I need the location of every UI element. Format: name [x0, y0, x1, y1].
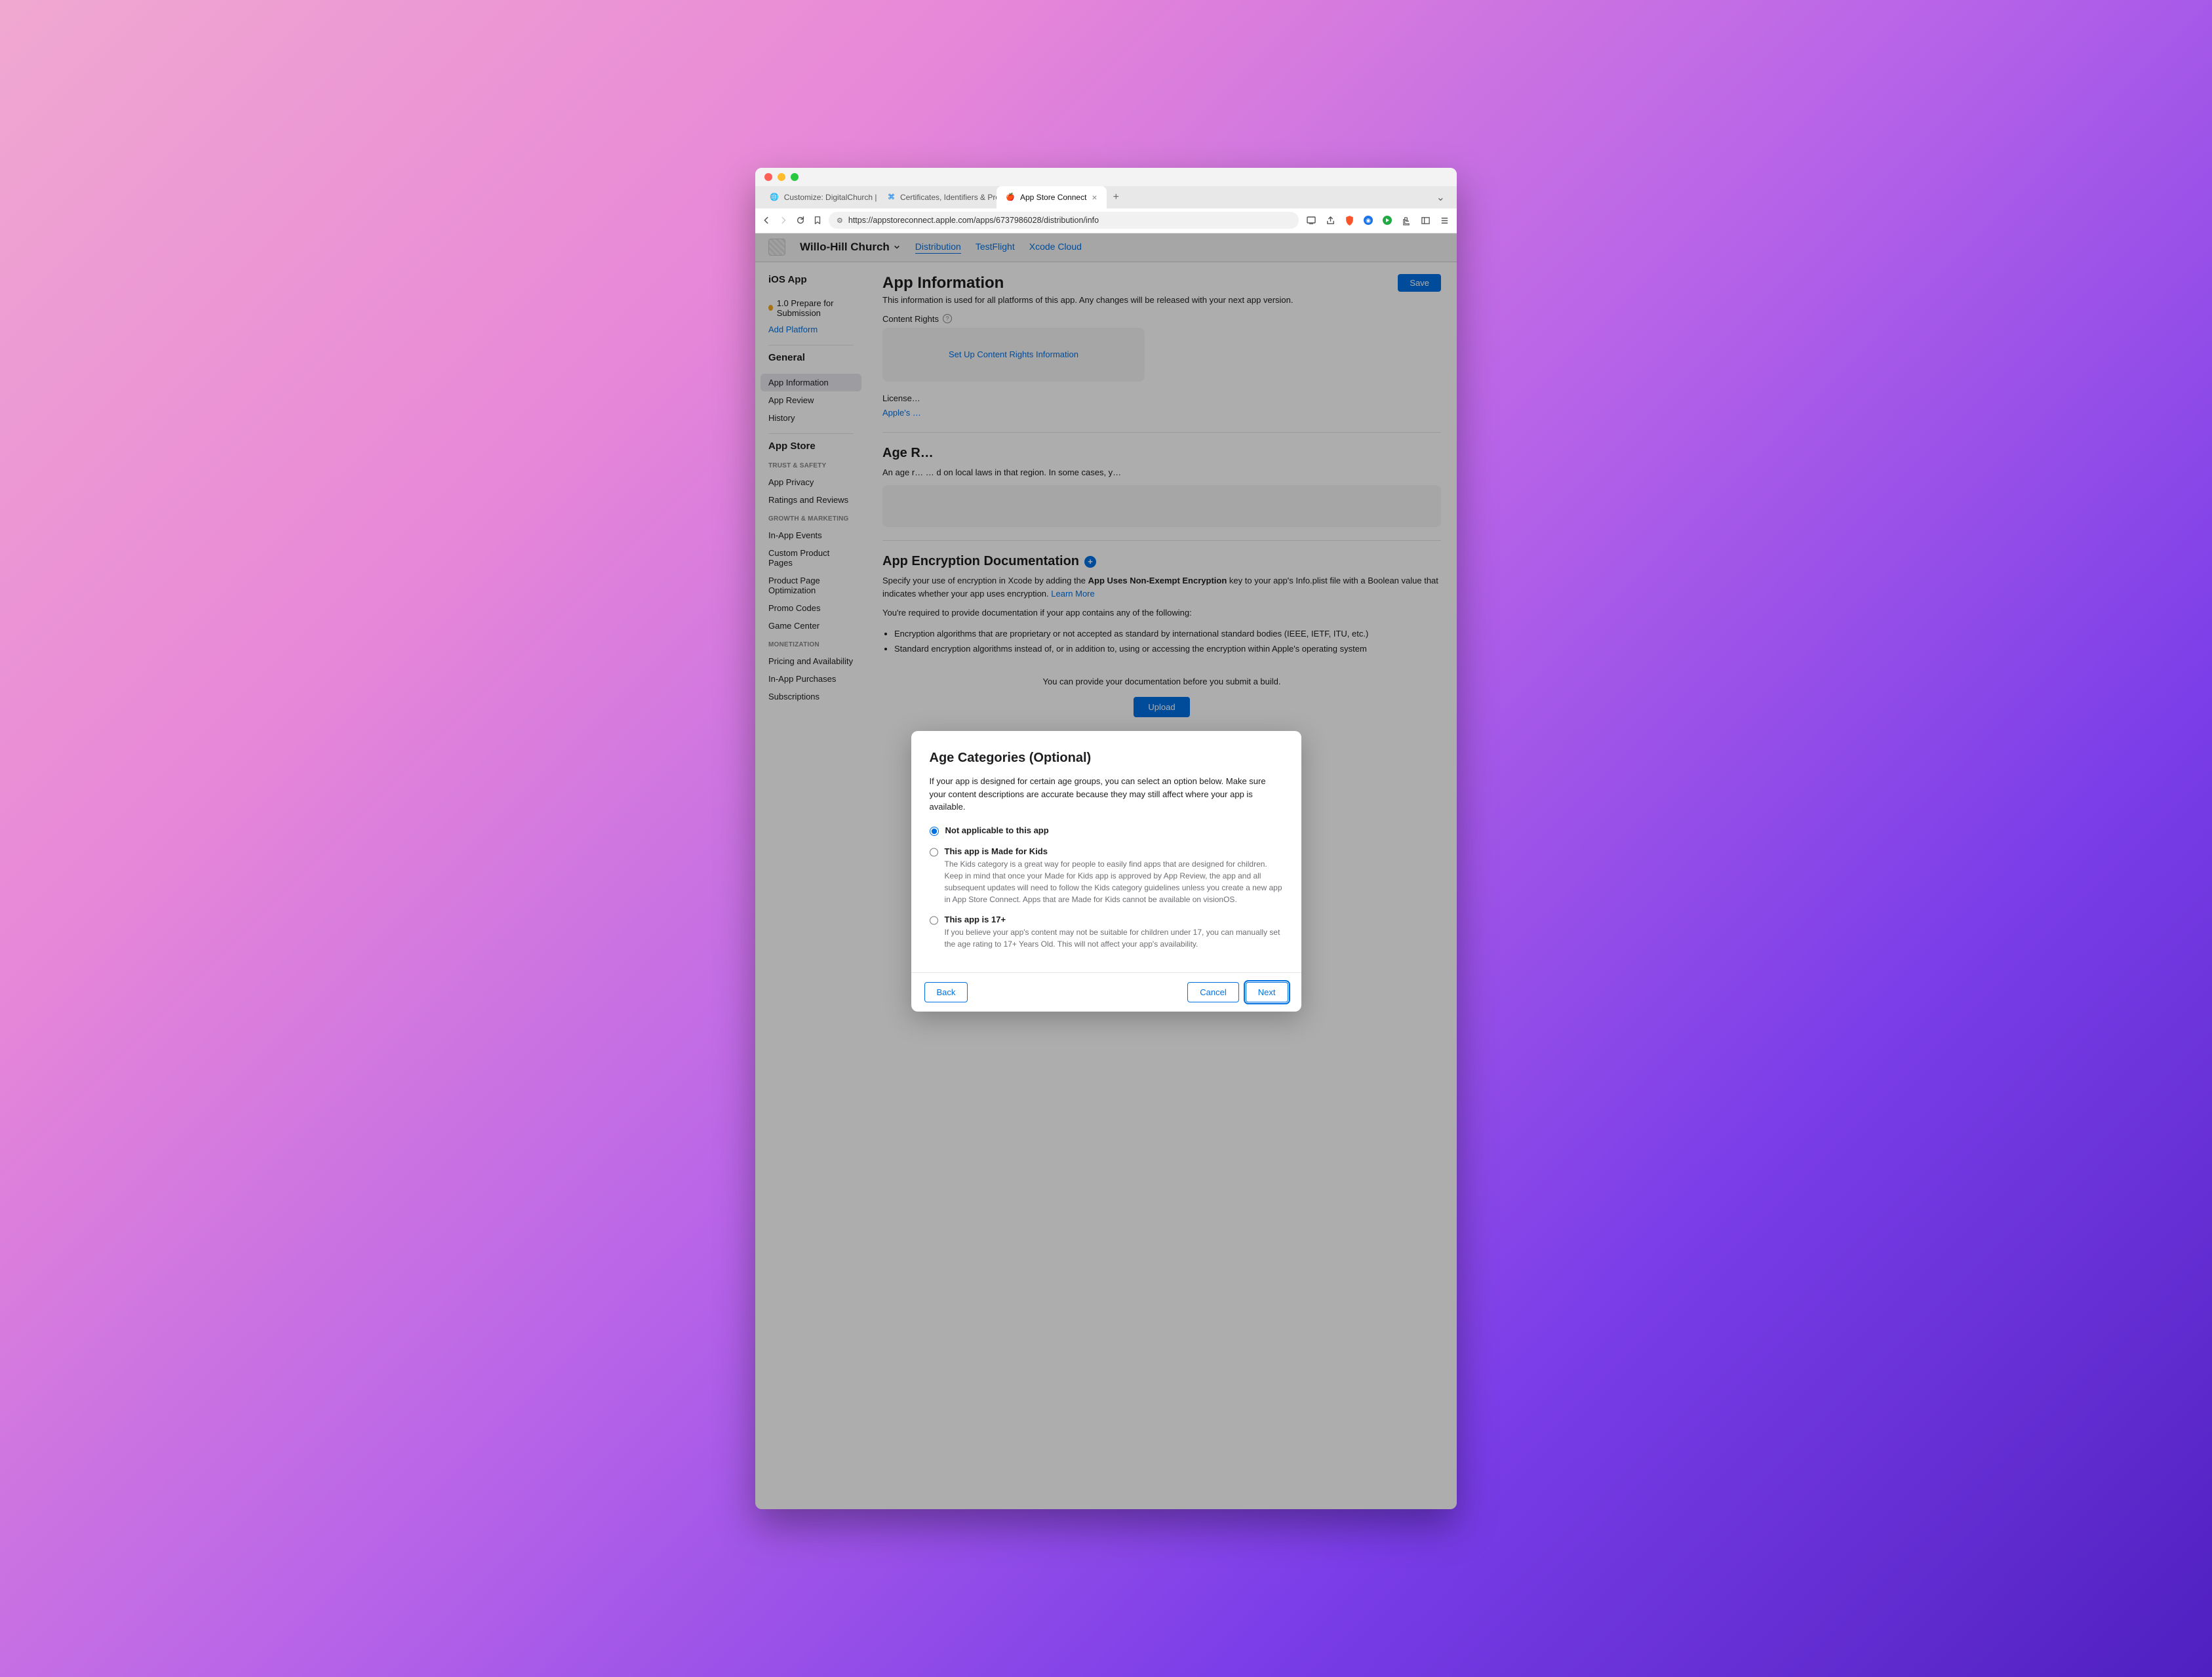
forward-button[interactable]: [779, 216, 788, 225]
cast-icon[interactable]: [1305, 214, 1317, 226]
tab-label: App Store Connect: [1020, 193, 1086, 202]
age-categories-modal: Age Categories (Optional) If your app is…: [911, 731, 1301, 1012]
radio-help-text: The Kids category is a great way for peo…: [945, 858, 1283, 905]
globe-icon: 🌐: [770, 193, 779, 202]
tab-label: Customize: DigitalChurch | Digital…: [784, 193, 879, 202]
url-text: https://appstoreconnect.apple.com/apps/6…: [848, 216, 1099, 225]
modal-overlay: Age Categories (Optional) If your app is…: [755, 233, 1457, 1509]
apple-icon: ⌘: [888, 193, 895, 202]
tab-bar: 🌐 Customize: DigitalChurch | Digital… ⌘ …: [755, 186, 1457, 208]
url-bar: ⚙ https://appstoreconnect.apple.com/apps…: [755, 208, 1457, 233]
url-field[interactable]: ⚙ https://appstoreconnect.apple.com/apps…: [829, 212, 1299, 229]
toolbar-icons: ◉: [1305, 214, 1450, 226]
bookmark-button[interactable]: [813, 216, 822, 225]
radio-help-text: If you believe your app's content may no…: [945, 926, 1283, 950]
extension-icon[interactable]: ◉: [1362, 214, 1374, 226]
new-tab-button[interactable]: +: [1107, 186, 1126, 208]
tab-label: Certificates, Identifiers & Profiles: [900, 193, 997, 202]
radio-17-plus[interactable]: [930, 916, 938, 925]
cancel-button[interactable]: Cancel: [1187, 982, 1238, 1002]
app-content: Willo-Hill Church Distribution TestFligh…: [755, 233, 1457, 1509]
menu-icon[interactable]: [1438, 214, 1450, 226]
share-icon[interactable]: [1324, 214, 1336, 226]
titlebar: [755, 168, 1457, 186]
radio-label: Not applicable to this app: [945, 825, 1049, 835]
sidebar-toggle-icon[interactable]: [1419, 214, 1431, 226]
site-settings-icon[interactable]: ⚙: [837, 216, 843, 225]
apple-icon: 🍎: [1006, 193, 1015, 202]
radio-made-for-kids[interactable]: [930, 848, 938, 857]
nav-controls: [762, 216, 822, 225]
radio-label: This app is Made for Kids: [945, 846, 1283, 856]
tab-appstoreconnect[interactable]: 🍎 App Store Connect ×: [997, 186, 1107, 208]
modal-title: Age Categories (Optional): [930, 751, 1283, 766]
radio-option-not-applicable[interactable]: Not applicable to this app: [930, 825, 1283, 837]
tab-certificates[interactable]: ⌘ Certificates, Identifiers & Profiles: [879, 186, 997, 208]
svg-text:◉: ◉: [1366, 217, 1371, 224]
modal-description: If your app is designed for certain age …: [930, 775, 1283, 814]
puzzle-icon[interactable]: [1400, 214, 1412, 226]
next-button[interactable]: Next: [1246, 982, 1288, 1002]
radio-option-made-for-kids[interactable]: This app is Made for Kids The Kids categ…: [930, 846, 1283, 905]
radio-label: This app is 17+: [945, 915, 1283, 924]
tabs-dropdown-icon[interactable]: ⌄: [1430, 186, 1452, 208]
close-window-button[interactable]: [764, 173, 772, 181]
radio-not-applicable[interactable]: [930, 827, 939, 836]
browser-window: 🌐 Customize: DigitalChurch | Digital… ⌘ …: [755, 168, 1457, 1509]
back-button[interactable]: [762, 216, 771, 225]
maximize-window-button[interactable]: [791, 173, 799, 181]
tab-customize[interactable]: 🌐 Customize: DigitalChurch | Digital…: [760, 186, 879, 208]
close-tab-icon[interactable]: ×: [1092, 192, 1097, 203]
reload-button[interactable]: [796, 216, 805, 225]
minimize-window-button[interactable]: [778, 173, 785, 181]
radio-option-17-plus[interactable]: This app is 17+ If you believe your app'…: [930, 915, 1283, 950]
play-icon[interactable]: [1381, 214, 1393, 226]
modal-footer: Back Cancel Next: [911, 972, 1301, 1012]
brave-shield-icon[interactable]: [1343, 214, 1355, 226]
back-button[interactable]: Back: [924, 982, 968, 1002]
window-controls: [764, 173, 799, 181]
